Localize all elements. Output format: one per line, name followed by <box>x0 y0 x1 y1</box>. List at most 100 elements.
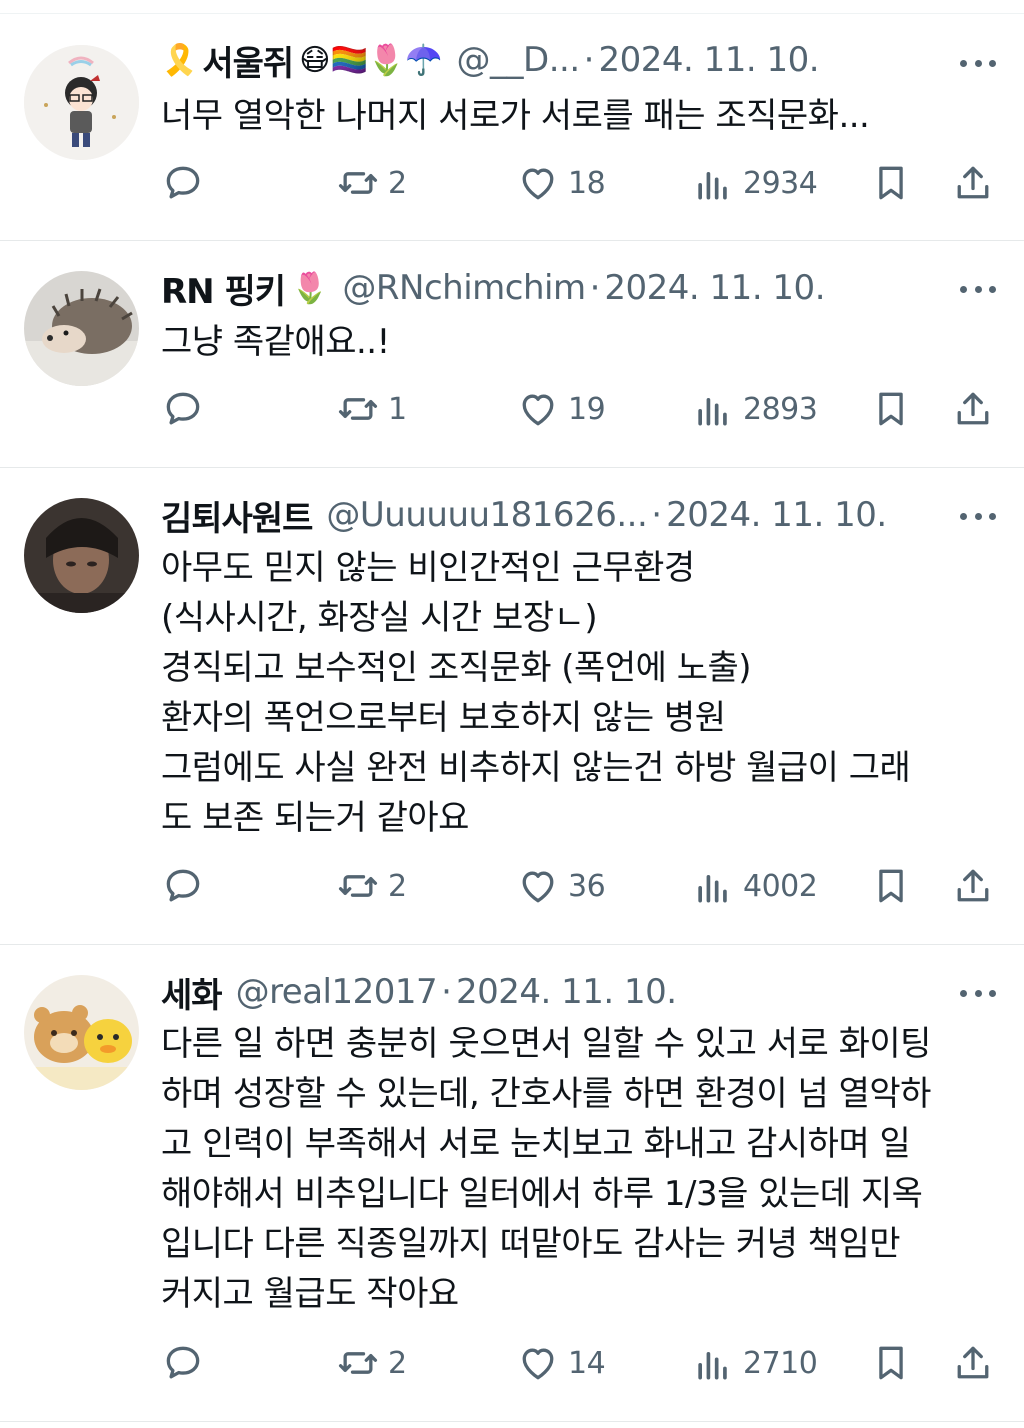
author-handle[interactable]: @Uuuuuu181626... <box>326 495 647 535</box>
reply-button[interactable] <box>161 864 205 908</box>
views-icon <box>698 398 727 426</box>
like-count: 18 <box>568 165 606 201</box>
views-button[interactable]: 2893 <box>691 387 818 431</box>
retweet-count: 2 <box>388 1345 407 1381</box>
more-icon[interactable] <box>960 988 996 998</box>
author-name[interactable]: RN 핑키 <box>161 264 286 313</box>
share-icon <box>957 869 989 902</box>
views-icon <box>698 875 727 903</box>
more-icon[interactable] <box>960 284 996 294</box>
view-count: 4002 <box>743 868 818 904</box>
author-handle[interactable]: @RNchimchim <box>342 268 586 308</box>
retweet-count: 2 <box>388 165 407 201</box>
bookmark-button[interactable] <box>869 161 913 205</box>
tweet-header: 김퇴사원트 @Uuuuuu181626... · 2024. 11. 10. <box>161 491 1000 540</box>
avatar[interactable] <box>24 498 139 613</box>
retweet-button[interactable]: 2 <box>336 864 407 908</box>
tweet-text: 아무도 믿지 않는 비인간적인 근무환경 (식사시간, 화장실 시간 보장ㄴ) … <box>161 548 911 838</box>
heart-icon <box>522 394 554 426</box>
separator-dot: · <box>441 972 452 1012</box>
share-button[interactable] <box>951 161 995 205</box>
reply-button[interactable] <box>161 161 205 205</box>
views-icon <box>698 1352 727 1380</box>
share-icon <box>957 166 989 199</box>
share-button[interactable] <box>951 864 995 908</box>
like-count: 36 <box>568 868 606 904</box>
reply-tweet[interactable]: RN 핑키 🌷 @RNchimchim · 2024. 11. 10. 그냥 족… <box>0 241 1024 468</box>
views-button[interactable]: 2934 <box>691 161 818 205</box>
heart-icon <box>522 871 554 903</box>
like-count: 19 <box>568 391 606 427</box>
more-icon[interactable] <box>960 58 996 68</box>
like-button[interactable]: 19 <box>516 387 606 431</box>
bookmark-icon <box>879 392 903 426</box>
share-button[interactable] <box>951 1341 995 1385</box>
author-handle[interactable]: @__D... <box>457 40 581 80</box>
reply-button[interactable] <box>161 1341 205 1385</box>
reply-icon <box>166 166 200 199</box>
bookmark-button[interactable] <box>869 864 913 908</box>
separator-dot: · <box>651 495 663 535</box>
tweet-text: 다른 일 하면 충분히 웃으면서 일할 수 있고 서로 화이팅 하며 성장할 수… <box>161 1024 931 1314</box>
author-name[interactable]: 세화 <box>161 968 223 1017</box>
action-bar: 2 36 4002 <box>161 864 1001 908</box>
ribbon-emoji: 🎗️ <box>161 42 199 78</box>
tweet-header: RN 핑키 🌷 @RNchimchim · 2024. 11. 10. <box>161 264 1000 313</box>
tweet-date[interactable]: 2024. 11. 10. <box>604 268 825 308</box>
like-button[interactable]: 14 <box>516 1341 606 1385</box>
views-button[interactable]: 2710 <box>691 1341 818 1385</box>
tweet-text: 그냥 족같애요..! <box>161 322 390 362</box>
reply-icon <box>166 392 200 425</box>
view-count: 2893 <box>743 391 818 427</box>
reply-tweet[interactable]: 김퇴사원트 @Uuuuuu181626... · 2024. 11. 10. 아… <box>0 468 1024 945</box>
views-button[interactable]: 4002 <box>691 864 818 908</box>
author-name[interactable]: 김퇴사원트 <box>161 491 313 540</box>
avatar[interactable] <box>24 45 139 160</box>
share-icon <box>957 392 989 425</box>
author-name[interactable]: 서울쥐 <box>202 36 294 85</box>
like-button[interactable]: 18 <box>516 161 606 205</box>
separator-dot: · <box>583 40 595 80</box>
bookmark-button[interactable] <box>869 1341 913 1385</box>
avatar[interactable] <box>24 975 139 1090</box>
view-count: 2710 <box>743 1345 818 1381</box>
reply-tweet[interactable]: 세화 @real12017 · 2024. 11. 10. 다른 일 하면 충분… <box>0 945 1024 1422</box>
retweet-button[interactable]: 1 <box>336 387 407 431</box>
avatar[interactable] <box>24 271 139 386</box>
retweet-count: 1 <box>388 391 407 427</box>
retweet-icon <box>338 1352 378 1374</box>
retweet-icon <box>338 875 378 897</box>
retweet-icon <box>338 398 378 420</box>
action-bar: 2 14 2710 <box>161 1341 1001 1385</box>
like-button[interactable]: 36 <box>516 864 606 908</box>
share-icon <box>957 1346 989 1379</box>
author-handle[interactable]: @real12017 <box>236 972 438 1012</box>
action-bar: 1 19 2893 <box>161 387 1001 431</box>
bookmark-icon <box>879 869 903 903</box>
reply-icon <box>166 869 200 902</box>
reply-tweet[interactable]: 🎗️ 서울쥐 😷🏳️‍🌈🌷☂️ @__D... · 2024. 11. 10. … <box>0 14 1024 241</box>
bookmark-icon <box>879 1346 903 1380</box>
retweet-button[interactable]: 2 <box>336 161 407 205</box>
tweet-date[interactable]: 2024. 11. 10. <box>666 495 887 535</box>
bookmark-button[interactable] <box>869 387 913 431</box>
retweet-count: 2 <box>388 868 407 904</box>
tweet-date[interactable]: 2024. 11. 10. <box>456 972 677 1012</box>
heart-icon <box>522 168 554 200</box>
more-icon[interactable] <box>960 511 996 521</box>
reply-button[interactable] <box>161 387 205 431</box>
tweet-date[interactable]: 2024. 11. 10. <box>598 40 819 80</box>
tweet-header: 🎗️ 서울쥐 😷🏳️‍🌈🌷☂️ @__D... · 2024. 11. 10. <box>161 36 1000 85</box>
action-bar: 2 18 2934 <box>161 161 1001 205</box>
reply-icon <box>166 1346 200 1379</box>
retweet-icon <box>338 172 378 194</box>
tweet-header: 세화 @real12017 · 2024. 11. 10. <box>161 968 1000 1017</box>
retweet-button[interactable]: 2 <box>336 1341 407 1385</box>
name-emojis: 🌷 <box>291 270 329 306</box>
view-count: 2934 <box>743 165 818 201</box>
views-icon <box>698 172 727 200</box>
bookmark-icon <box>879 166 903 200</box>
share-button[interactable] <box>951 387 995 431</box>
tweet-text: 너무 열악한 나머지 서로가 서로를 패는 조직문화... <box>161 96 870 136</box>
name-emojis: 😷🏳️‍🌈🌷☂️ <box>299 42 443 78</box>
